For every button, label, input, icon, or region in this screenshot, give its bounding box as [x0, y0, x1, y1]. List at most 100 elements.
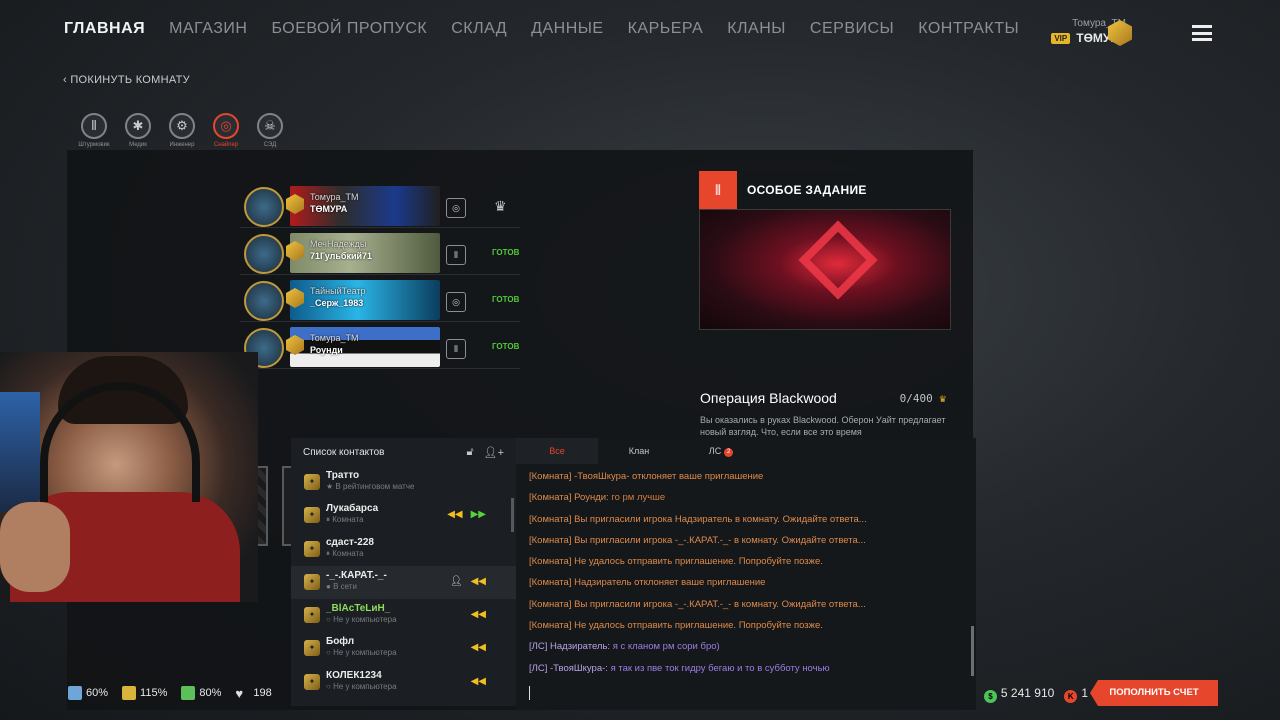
squad-slot[interactable]: МечНадежды 71Гульбкий71 ⦀ ГОТОВ: [240, 231, 520, 275]
class-Медик[interactable]: ✱ Медик: [120, 113, 156, 148]
unread-badge: 2: [724, 448, 734, 457]
join-icon[interactable]: ▶▶: [471, 509, 486, 520]
nav-item[interactable]: КАРЬЕРА: [628, 20, 704, 38]
contact-name: сдаст-228: [326, 536, 374, 548]
add-friend-icon[interactable]: 👤︎+: [484, 446, 504, 459]
class-Инженер[interactable]: ⚙ Инженер: [164, 113, 200, 148]
topup-button[interactable]: ПОПОЛНИТЬ СЧЕТ: [1090, 680, 1218, 706]
boost-value: 80%: [199, 687, 222, 699]
profile-icon[interactable]: 👤︎: [450, 576, 463, 587]
ready-status: ГОТОВ: [492, 295, 520, 304]
contact-item[interactable]: ✦ Тратто ★ В рейтинговом матче: [291, 466, 516, 499]
player-text: Томура_ТМ Роунди: [310, 332, 359, 356]
invite-icon[interactable]: ◀◀: [471, 642, 486, 653]
contact-item[interactable]: ✦ Бофл ○ Не у компьютера ◀◀: [291, 632, 516, 665]
status-text: Комната: [332, 548, 364, 558]
menu-icon[interactable]: [1192, 25, 1212, 41]
class-label: Снайпер: [213, 142, 239, 148]
mission-header: ОСОБОЕ ЗАДАНИЕ: [747, 183, 867, 197]
squad-slot[interactable]: ТайныйТеатр _Серж_1983 ◎ ГОТОВ: [240, 278, 520, 322]
streamer-webcam: [0, 352, 258, 602]
player-clan: Томура_ТМ: [310, 192, 359, 202]
boost-stats: 60% 115% 80% ♥ 198: [68, 686, 272, 701]
chat-tab[interactable]: Все: [516, 438, 598, 464]
chat-text: [Комната] Надзиратель отклоняет ваше при…: [529, 577, 766, 589]
contacts-panel: Список контактов 🔓︎ 👤︎+ ✦ Тратто ★ В рейти…: [291, 438, 516, 706]
chat-message: [Комната] Вы пригласили игрока Надзирате…: [529, 509, 962, 530]
avatar: [244, 281, 284, 321]
invite-icon[interactable]: ◀◀: [447, 509, 462, 520]
chat-text: [Комната] Вы пригласили игрока -_-.КАРАТ…: [529, 534, 866, 546]
class-label: Инженер: [169, 142, 195, 148]
chat-message: [Комната] Не удалось отправить приглашен…: [529, 551, 962, 572]
contact-name: -_-.КАРАТ.-_-: [326, 569, 387, 581]
invite-icon[interactable]: ◀◀: [471, 576, 486, 587]
chat-message: [ЛС] -ТвояШкура-: я так из пве ток гидру…: [529, 658, 962, 679]
status-text: Комната: [332, 515, 364, 525]
mission-info: Операция Blackwood 0/400 ♛ Вы оказались …: [700, 390, 946, 438]
ready-status: ГОТОВ: [492, 342, 520, 351]
crown-icon: ♛: [939, 391, 946, 405]
nav-item[interactable]: ДАННЫЕ: [531, 20, 603, 38]
engineer-icon: ⚙: [169, 113, 195, 139]
class-Снайпер[interactable]: ◎ Снайпер: [208, 113, 244, 148]
class-СЭД[interactable]: ☠ СЭД: [252, 113, 288, 148]
contact-status: ★ В рейтинговом матче: [326, 482, 516, 491]
chat-message: [Комната] Вы пригласили игрока -_-.КАРАТ…: [529, 530, 962, 551]
class-Штурмовик[interactable]: ⦀ Штурмовик: [76, 113, 112, 148]
chat-tab[interactable]: Клан: [598, 438, 680, 464]
contact-name: Лукабарса: [326, 503, 379, 515]
boost-xp-icon: [68, 686, 82, 700]
nav-item[interactable]: ГЛАВНАЯ: [64, 20, 145, 38]
status-marker-icon: ○: [326, 615, 334, 625]
boost-stat[interactable]: 60%: [68, 686, 108, 700]
contact-item[interactable]: ✦ -_-.КАРАТ.-_- ● В сети 👤︎ ◀◀: [291, 565, 516, 600]
boost-stat[interactable]: 115%: [122, 686, 167, 700]
contact-item[interactable]: ✦ Лукабарса ⏸ Комната ◀◀ ▶▶: [291, 499, 516, 532]
invite-icon[interactable]: ◀◀: [471, 676, 486, 687]
invite-icon[interactable]: ◀◀: [471, 609, 486, 620]
chat-message: [Комната] Не удалось отправить приглашен…: [529, 615, 962, 636]
nav-item[interactable]: МАГАЗИН: [169, 20, 247, 38]
boost-stat[interactable]: ♥ 198: [235, 686, 271, 701]
boost-stat[interactable]: 80%: [181, 686, 221, 700]
contact-actions: 👤︎ ◀◀: [450, 576, 486, 587]
kredits-amount: K1: [1064, 686, 1088, 703]
chat-text: [Комната] Не удалось отправить приглашен…: [529, 620, 823, 632]
class-selector: ⦀ Штурмовик ✱ Медик ⚙ Инженер ◎ Снайпер ☠ СЭД: [76, 113, 288, 148]
squad-slot[interactable]: Томура_ТМ Роунди ⦀ ГОТОВ: [240, 325, 520, 369]
status-text: Не у компьютера: [333, 615, 397, 625]
nav-item[interactable]: КОНТРАКТЫ: [918, 20, 1019, 38]
boost-vp-icon: [181, 686, 196, 700]
nav-item[interactable]: КЛАНЫ: [727, 20, 786, 38]
contact-name: _BlAcTeLиH_: [326, 603, 391, 615]
contact-item[interactable]: ✦ сдаст-228 ⏸ Комната: [291, 533, 516, 566]
rank-icon: ✦: [304, 607, 320, 624]
nav-item[interactable]: СЕРВИСЫ: [810, 20, 894, 38]
player-name: _Серж_1983: [310, 298, 364, 308]
contact-item[interactable]: ✦ _BlAcTeLиH_ ○ Не у компьютера ◀◀: [291, 599, 516, 632]
chat-scrollbar[interactable]: [971, 626, 974, 676]
boost-money-icon: [122, 686, 137, 700]
unlock-icon[interactable]: 🔓︎: [466, 446, 473, 459]
chat-input[interactable]: [529, 686, 530, 700]
rifle-ammo-icon: ⦀: [81, 113, 107, 139]
nav-item[interactable]: СКЛАД: [451, 20, 507, 38]
player-clan: Томура_ТМ: [310, 333, 359, 343]
class-icon: ◎: [446, 292, 466, 312]
player-name: ТӨМУРА: [310, 204, 348, 214]
rank-icon: ✦: [304, 474, 320, 490]
ready-status: ГОТОВ: [492, 248, 520, 257]
chat-tab[interactable]: ЛС 2: [680, 438, 762, 464]
contact-status: ⏸ Комната: [326, 549, 516, 559]
leave-room-link[interactable]: ‹ ПОКИНУТЬ КОМНАТУ: [63, 74, 190, 86]
contact-item[interactable]: ✦ КОЛЕК1234 ○ Не у компьютера ◀◀: [291, 666, 516, 699]
special-mission-card[interactable]: ⦀ ОСОБОЕ ЗАДАНИЕ: [699, 171, 951, 330]
contacts-scrollbar[interactable]: [511, 498, 514, 532]
player-name: Роунди: [310, 345, 343, 355]
squad-slot[interactable]: Томура_ТМ ТӨМУРА ◎ ♛: [240, 184, 520, 228]
chat-text: я с кланом рм сори бро): [612, 641, 720, 653]
chat-tab-label: ЛС: [708, 446, 722, 456]
nav-item[interactable]: БОЕВОЙ ПРОПУСК: [271, 20, 427, 38]
sniper-crosshair-icon: ◎: [213, 113, 239, 139]
